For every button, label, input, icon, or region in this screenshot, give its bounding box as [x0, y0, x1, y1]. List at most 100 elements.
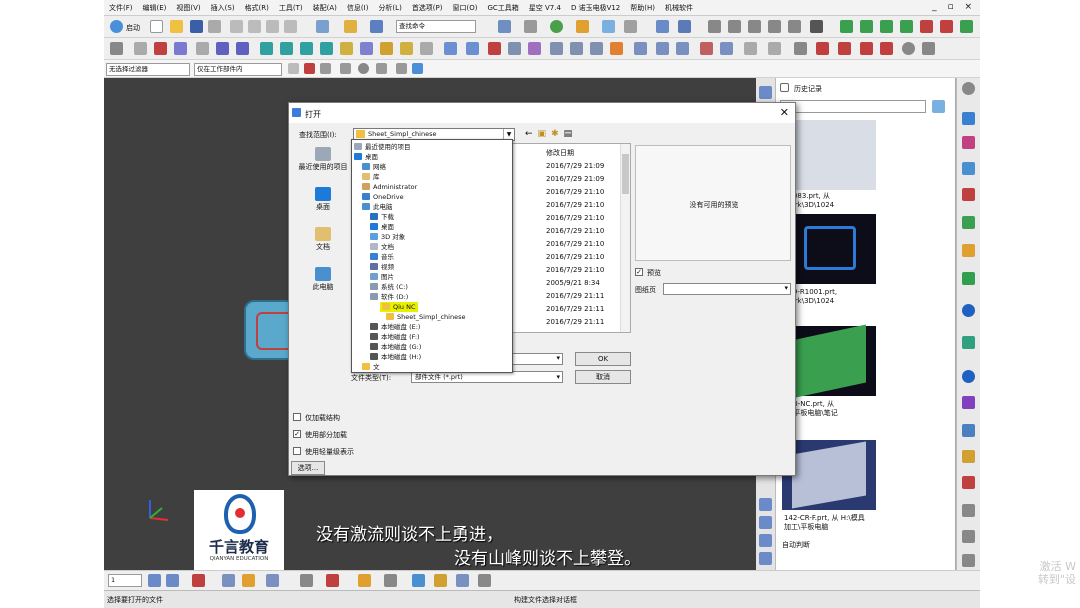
ok-button[interactable]: OK: [575, 352, 631, 366]
dropdown-item-network[interactable]: 网络: [362, 162, 386, 172]
section-icon[interactable]: [656, 20, 669, 33]
dropdown-item-drive-f[interactable]: 本地磁盘 (F:): [370, 332, 420, 342]
menu-gc-toolbox[interactable]: GC工具箱: [482, 3, 523, 13]
column-modified-date[interactable]: 修改日期: [546, 148, 574, 158]
pull-icon[interactable]: [320, 42, 333, 55]
tool-10-icon[interactable]: [962, 396, 975, 409]
dropdown-item-library[interactable]: 库: [362, 172, 380, 182]
menu-window[interactable]: 窗口(O): [448, 3, 483, 13]
move-icon[interactable]: [154, 42, 167, 55]
tool-16-icon[interactable]: [962, 554, 975, 567]
rectangle-icon[interactable]: [744, 42, 757, 55]
history-filter-select[interactable]: [780, 100, 926, 113]
scope-select[interactable]: 仅在工作部件内: [194, 63, 282, 76]
spline-icon[interactable]: [788, 20, 801, 33]
sheet-page-select[interactable]: [663, 283, 791, 295]
menu-edit[interactable]: 编辑(E): [138, 3, 172, 13]
sphere-icon[interactable]: [550, 20, 563, 33]
print-icon[interactable]: [208, 20, 221, 33]
tag-icon[interactable]: [400, 42, 413, 55]
sew-icon[interactable]: [700, 42, 713, 55]
chamfer-icon[interactable]: [570, 42, 583, 55]
dropdown-item-drive-e[interactable]: 本地磁盘 (E:): [370, 322, 420, 332]
options-button[interactable]: 选项...: [291, 461, 325, 475]
select-all-icon[interactable]: [288, 63, 299, 74]
wcs-icon[interactable]: [134, 42, 147, 55]
dropdown-item-drive-g[interactable]: 本地磁盘 (G:): [370, 342, 421, 352]
snippet-icon[interactable]: [344, 20, 357, 33]
cut-icon[interactable]: [230, 20, 243, 33]
render-icon[interactable]: [524, 20, 537, 33]
menu-info[interactable]: 信息(I): [342, 3, 374, 13]
dimension-icon[interactable]: [794, 42, 807, 55]
menu-preferences[interactable]: 首选项(P): [407, 3, 448, 13]
measure-icon[interactable]: [174, 42, 187, 55]
view-menu-icon[interactable]: ▤: [564, 129, 578, 139]
fit-icon[interactable]: [678, 20, 691, 33]
snap-face-icon[interactable]: [396, 63, 407, 74]
dropdown-item-onedrive[interactable]: OneDrive: [362, 192, 404, 202]
start-label[interactable]: 启动: [126, 23, 140, 33]
settings-gear-icon[interactable]: [962, 82, 975, 95]
undo-icon[interactable]: [316, 20, 329, 33]
history-view-icon[interactable]: [932, 100, 945, 113]
tool-icon[interactable]: [880, 42, 893, 55]
app-green-2-icon[interactable]: [860, 20, 873, 33]
history-tab-1-icon[interactable]: [759, 498, 772, 511]
snap-body-icon[interactable]: [412, 63, 423, 74]
invert-icon[interactable]: [456, 574, 469, 587]
move-left-icon[interactable]: [260, 42, 273, 55]
hide-icon[interactable]: [412, 574, 425, 587]
history-thumbnail-2[interactable]: [782, 214, 876, 284]
layer-settings-icon[interactable]: [148, 574, 161, 587]
wcs-orient-icon[interactable]: [266, 574, 279, 587]
trim-icon[interactable]: [610, 42, 623, 55]
menu-assembly[interactable]: 装配(A): [308, 3, 342, 13]
tool-15-icon[interactable]: [962, 530, 975, 543]
push-icon[interactable]: [300, 42, 313, 55]
dropdown-item-drive-c[interactable]: 系统 (C:): [370, 282, 408, 292]
lightweight-checkbox[interactable]: [293, 447, 301, 455]
menu-help[interactable]: 帮助(H): [625, 3, 660, 13]
save-icon[interactable]: [190, 20, 203, 33]
dropdown-item-drive-h[interactable]: 本地磁盘 (H:): [370, 352, 421, 362]
close-icon[interactable]: ✕: [780, 106, 789, 119]
eraser-icon[interactable]: [420, 42, 433, 55]
start-icon[interactable]: [110, 20, 123, 33]
menu-xingkong[interactable]: 星空 V7.4: [524, 3, 566, 13]
menu-machinery[interactable]: 机械软件: [660, 3, 698, 13]
history-thumbnail-1[interactable]: [782, 120, 876, 190]
line-icon[interactable]: [708, 20, 721, 33]
dialog-titlebar[interactable]: 打开 ✕: [289, 103, 795, 123]
bucket-icon[interactable]: [380, 42, 393, 55]
polyline-icon[interactable]: [728, 20, 741, 33]
wcs-rotate-icon[interactable]: [242, 574, 255, 587]
app-green-3-icon[interactable]: [880, 20, 893, 33]
dropdown-item-3d-objects[interactable]: 3D 对象: [370, 232, 405, 242]
layer-select[interactable]: 1: [108, 574, 142, 587]
hole-icon[interactable]: [860, 42, 873, 55]
dropdown-item-partial[interactable]: 文: [362, 362, 380, 372]
snap-icon[interactable]: [304, 63, 315, 74]
tool-8-icon[interactable]: [962, 304, 975, 317]
tool-13-icon[interactable]: [962, 476, 975, 489]
history-tab-3-icon[interactable]: [759, 534, 772, 547]
tool-7-icon[interactable]: [962, 272, 975, 285]
solid-icon[interactable]: [528, 42, 541, 55]
dropdown-item-sheet-simpl[interactable]: Sheet_Simpl_chinese: [386, 312, 466, 322]
history-tab-2-icon[interactable]: [759, 516, 772, 529]
tool-1-icon[interactable]: [962, 112, 975, 125]
wcs-dynamic-icon[interactable]: [326, 574, 339, 587]
wcs-origin-icon[interactable]: [222, 574, 235, 587]
preview-checkbox[interactable]: ✓: [635, 268, 643, 276]
tool-9-icon[interactable]: [962, 336, 975, 349]
curve-icon[interactable]: [768, 20, 781, 33]
text-icon[interactable]: [810, 20, 823, 33]
pen-icon[interactable]: [444, 42, 457, 55]
light-icon[interactable]: [576, 20, 589, 33]
grid-pattern-icon[interactable]: [838, 42, 851, 55]
extrude-icon[interactable]: [466, 42, 479, 55]
tool-3-icon[interactable]: [962, 162, 975, 175]
grid-icon[interactable]: [498, 20, 511, 33]
dropdown-item-pictures[interactable]: 图片: [370, 272, 394, 282]
